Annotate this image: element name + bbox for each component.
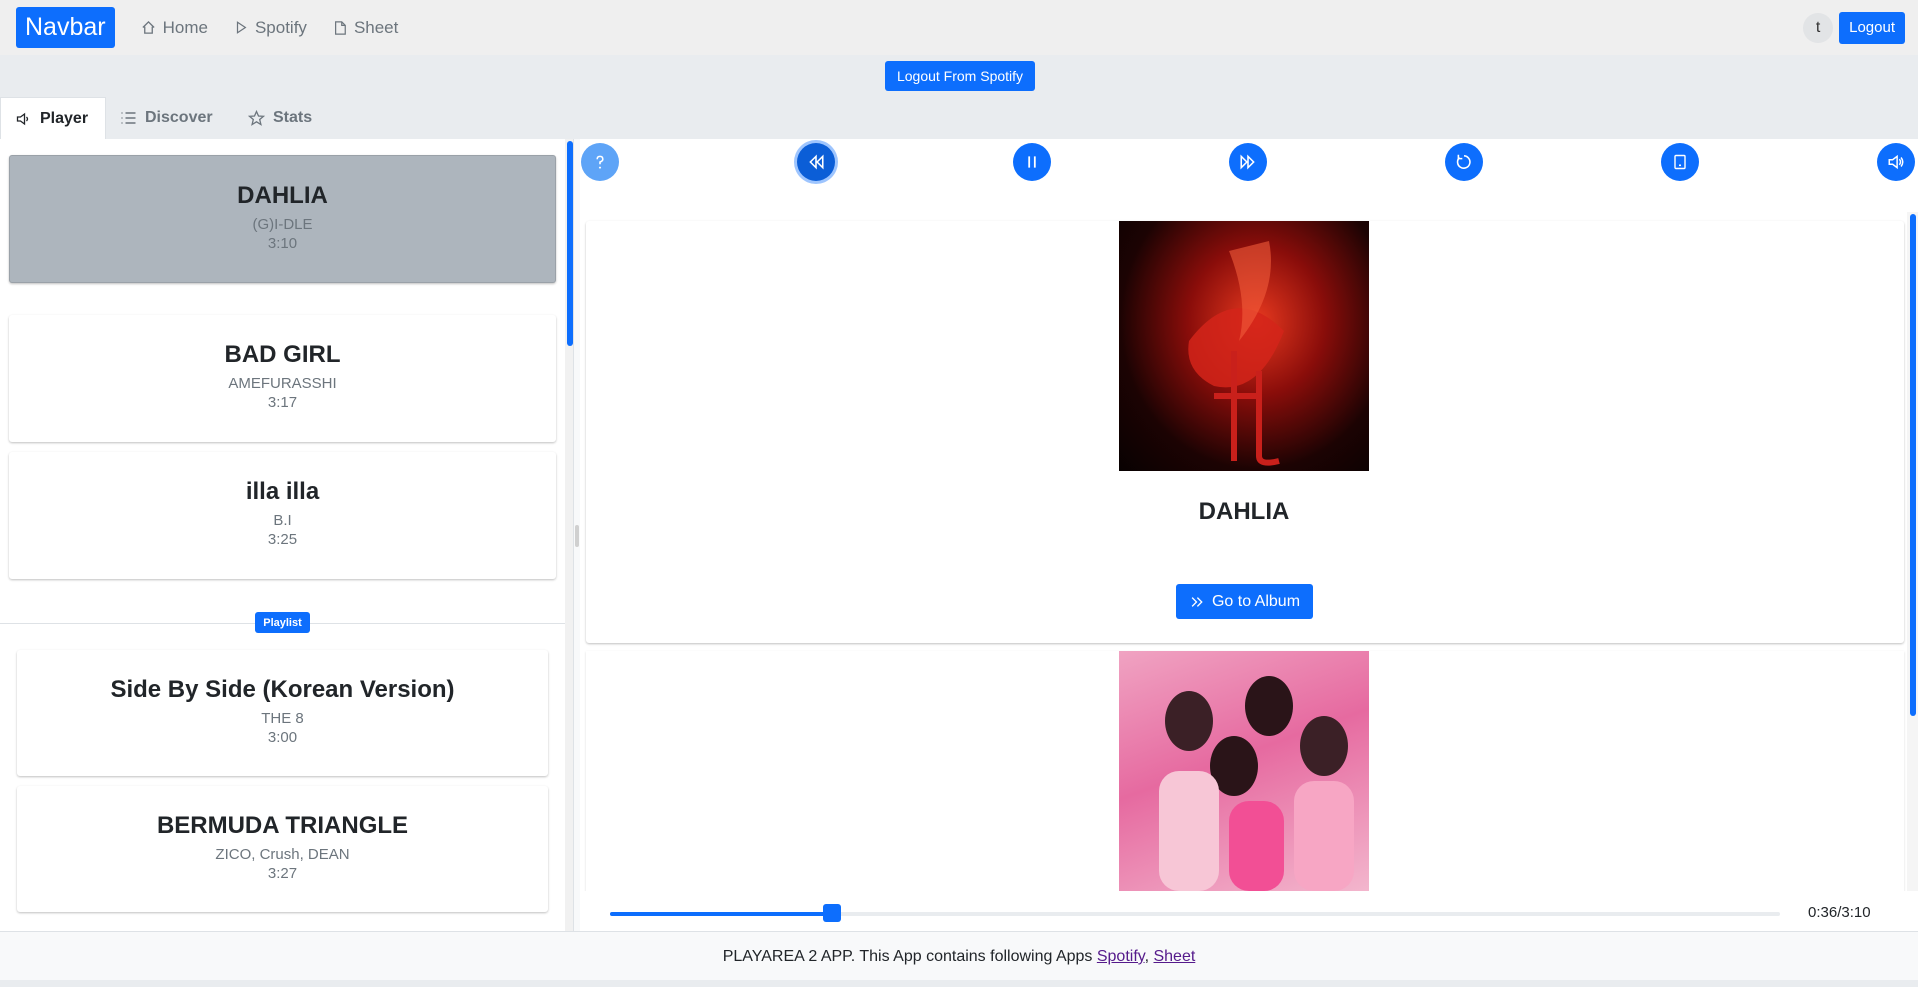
tab-stats[interactable]: Stats <box>234 97 330 139</box>
help-button[interactable] <box>581 143 619 181</box>
speaker-icon <box>16 112 29 125</box>
track-title: BERMUDA TRIANGLE <box>156 812 409 839</box>
nav-link-spotify[interactable]: Spotify <box>234 18 307 38</box>
navbar: Navbar Home Spotify Sheet t Logout <box>0 0 1918 55</box>
tab-label: Stats <box>273 109 313 126</box>
logout-button[interactable]: Logout <box>1839 11 1905 44</box>
track-artist: ZICO, Crush, DEAN <box>215 846 350 863</box>
track-duration: 3:17 <box>267 394 298 411</box>
footer: PLAYAREA 2 APP. This App contains follow… <box>0 931 1918 980</box>
star-icon <box>248 110 265 126</box>
track-duration: 3:00 <box>267 729 298 746</box>
player-scrollbar[interactable] <box>1907 212 1918 892</box>
album-cover-image <box>1119 651 1369 891</box>
volume-button[interactable] <box>1877 143 1915 181</box>
playlist-badge: Playlist <box>255 612 310 633</box>
queue-panel: DAHLIA (G)I-DLE 3:10 BAD GIRL AMEFURASSH… <box>0 139 574 931</box>
footer-link-sheet[interactable]: Sheet <box>1153 948 1195 965</box>
track-title: DAHLIA <box>237 182 328 209</box>
track-duration: 3:25 <box>267 531 298 548</box>
rewind-button[interactable] <box>797 143 835 181</box>
chevrons-right-icon <box>1191 596 1203 607</box>
track-artist: AMEFURASSHI <box>228 375 337 392</box>
queue-scrollbar[interactable] <box>565 139 573 931</box>
track-title: BAD GIRL <box>224 341 341 368</box>
progress-fill <box>610 912 833 916</box>
playlist-item[interactable]: Side By Side (Korean Version) THE 8 3:00 <box>17 650 548 776</box>
album-title: DAHLIA <box>1198 498 1290 525</box>
nav-link-label: Spotify <box>254 17 307 37</box>
nav-link-sheet[interactable]: Sheet <box>333 18 398 38</box>
home-icon <box>142 20 155 34</box>
track-artist: (G)I-DLE <box>252 216 313 233</box>
avatar[interactable]: t <box>1803 12 1834 43</box>
tab-discover[interactable]: Discover <box>106 97 231 139</box>
tab-player[interactable]: Player <box>0 97 106 139</box>
file-icon <box>334 20 346 35</box>
album-cover-image <box>1119 221 1369 471</box>
repeat-button[interactable] <box>1445 143 1483 181</box>
queue-item[interactable]: DAHLIA (G)I-DLE 3:10 <box>9 155 556 283</box>
pause-button[interactable] <box>1013 143 1051 181</box>
list-icon <box>121 112 136 124</box>
progress-area <box>580 891 1918 931</box>
navbar-user: t Logout <box>1803 11 1905 44</box>
fast-forward-icon <box>1240 154 1255 170</box>
nav-link-home[interactable]: Home <box>141 18 208 38</box>
playlist-item[interactable]: BERMUDA TRIANGLE ZICO, Crush, DEAN 3:27 <box>17 786 548 912</box>
logout-from-spotify-button[interactable]: Logout From Spotify <box>885 61 1035 91</box>
play-icon <box>236 21 247 34</box>
repeat-icon <box>1456 154 1471 169</box>
help-icon <box>596 155 604 169</box>
footer-link-spotify[interactable]: Spotify <box>1097 948 1145 965</box>
track-artist: THE 8 <box>261 710 304 727</box>
track-title: illa illa <box>245 478 320 505</box>
footer-text: PLAYAREA 2 APP. This App contains follow… <box>722 948 1097 965</box>
album-art-graphic <box>1188 241 1284 466</box>
nav-link-label: Sheet <box>353 17 399 37</box>
navbar-brand[interactable]: Navbar <box>16 7 115 48</box>
bottom-bar <box>0 980 1918 987</box>
device-button[interactable] <box>1661 143 1699 181</box>
panel-resize-handle[interactable] <box>575 525 579 547</box>
fast-forward-button[interactable] <box>1229 143 1267 181</box>
go-to-album-button[interactable]: Go to Album <box>1176 584 1313 619</box>
nav-link-label: Home <box>162 17 208 37</box>
time-readout: 0:36/3:10 <box>1808 904 1871 921</box>
progress-bar[interactable] <box>610 912 1780 916</box>
track-artist: B.I <box>273 512 292 529</box>
tab-label: Player <box>40 109 89 127</box>
track-duration: 3:10 <box>267 235 298 252</box>
device-icon <box>1674 154 1686 170</box>
progress-handle[interactable] <box>823 904 842 922</box>
queue-item[interactable]: illa illa B.I 3:25 <box>9 452 556 579</box>
pause-icon <box>1028 156 1036 168</box>
album-art-graphic <box>1159 676 1354 891</box>
go-to-album-label: Go to Album <box>1211 592 1301 610</box>
player-scrollbar-thumb[interactable] <box>1910 214 1916 716</box>
rewind-icon <box>809 154 824 170</box>
queue-item[interactable]: BAD GIRL AMEFURASSHI 3:17 <box>9 315 556 442</box>
track-duration: 3:27 <box>267 865 298 882</box>
volume-icon <box>1888 154 1904 170</box>
queue-scrollbar-thumb[interactable] <box>567 141 573 346</box>
tab-label: Discover <box>145 109 213 126</box>
track-title: Side By Side (Korean Version) <box>110 676 455 703</box>
